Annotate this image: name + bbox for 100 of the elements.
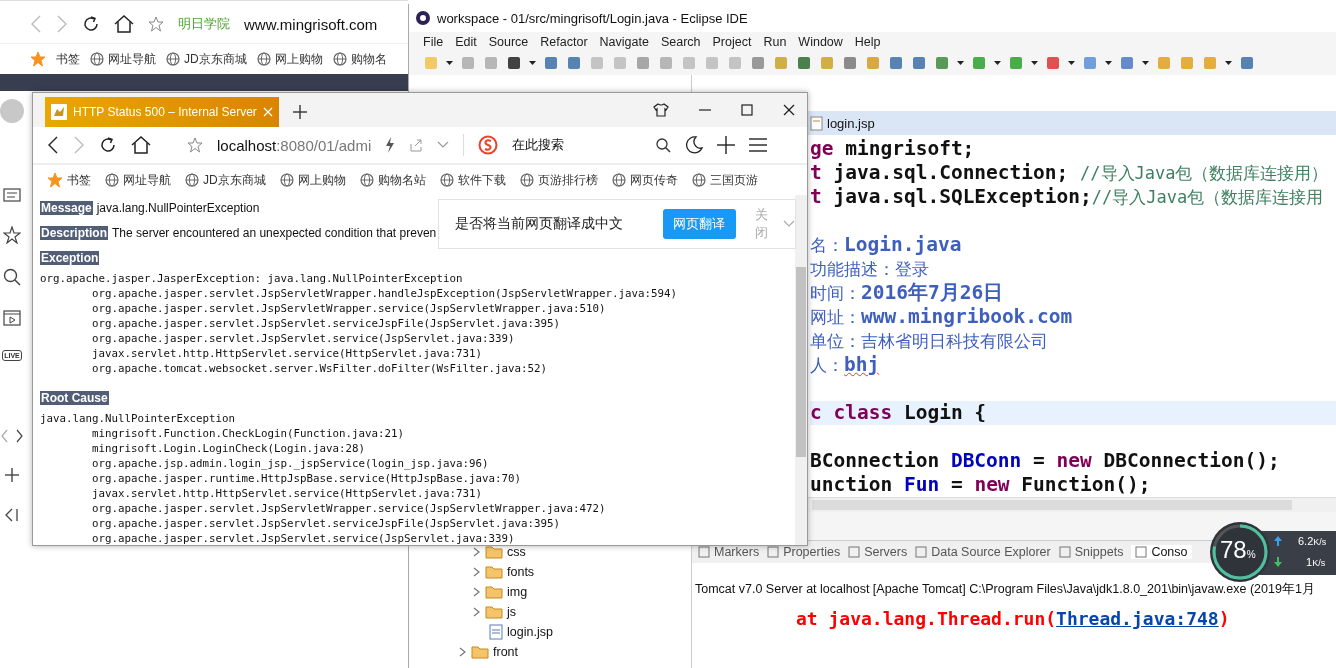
search-field[interactable]: 在此搜索 — [512, 136, 643, 154]
section-text: java.lang.NullPointerException — [96, 200, 260, 215]
file-icon — [489, 624, 503, 640]
lightning-icon[interactable] — [385, 137, 396, 153]
tree-item[interactable]: img — [507, 585, 528, 599]
file-link[interactable]: Thread.java:748 — [1056, 608, 1219, 629]
share-icon[interactable] — [409, 138, 424, 152]
upload-speed: 6.2K/s — [1298, 535, 1327, 547]
reload-icon[interactable] — [82, 15, 100, 33]
tree-item[interactable]: front — [493, 645, 518, 659]
menu-item[interactable]: Help — [848, 34, 887, 49]
bookmark-link[interactable]: 网上购物 — [274, 50, 323, 68]
home-icon[interactable] — [131, 136, 151, 154]
stack-frame: org.apache.tomcat.websocket.server.WsFilter.doFilter(WsFilter.java:52) — [92, 362, 548, 375]
code-line: t java.sql.SQLException;//导入Java包（数据库连接用 — [810, 185, 1325, 209]
scrollbar-thumb[interactable] — [796, 267, 806, 457]
exception-line: java.lang.NullPointerException — [40, 411, 236, 426]
search-icon[interactable] — [656, 137, 672, 153]
tree-item[interactable]: js — [507, 605, 517, 619]
code-line: ge mingrisoft; — [810, 137, 976, 161]
chevrons-icon[interactable] — [1, 429, 23, 443]
bookmark-link[interactable]: 网上购物 — [297, 171, 346, 189]
bookmark-star-icon[interactable] — [187, 137, 203, 153]
home-icon[interactable] — [114, 15, 134, 33]
address-bar[interactable]: www.mingrisoft.com — [244, 15, 378, 33]
bookmark-link[interactable]: 网址导航 — [123, 171, 171, 189]
stack-frame: javax.servlet.http.HttpServlet.service(HttpServlet.java:731) — [92, 487, 483, 500]
bookmark-link[interactable]: 购物名 — [350, 50, 387, 68]
menu-item[interactable]: Search — [654, 34, 707, 49]
panel-tab[interactable]: Properties — [767, 545, 841, 559]
stack-frame: mingrisoft.Function.CheckLogin(Function.java:21) — [92, 427, 404, 440]
menu-item[interactable]: File — [417, 34, 450, 49]
bookmark-link[interactable]: 三国页游 — [709, 171, 758, 189]
id-card-icon[interactable] — [3, 188, 21, 202]
tab-icon — [698, 546, 710, 558]
bookmark-link[interactable]: JD京东商城 — [203, 171, 266, 189]
gauge-ring — [1210, 522, 1270, 582]
exception-line: org.apache.jasper.JasperException: java.lang.NullPointerException — [40, 271, 464, 286]
tree-item[interactable]: login.jsp — [507, 625, 553, 639]
panel-tab[interactable]: Servers — [848, 545, 908, 559]
section-heading: Exception — [40, 250, 100, 265]
menu-item[interactable]: Navigate — [593, 34, 655, 49]
section-heading: Description — [40, 225, 108, 240]
menu-item[interactable]: Edit — [449, 34, 483, 49]
star-outline-icon[interactable] — [3, 226, 21, 244]
editor-tab[interactable]: login.jsp — [827, 115, 875, 131]
cpu-percent: 78% — [1220, 536, 1256, 564]
back-icon[interactable] — [47, 136, 59, 154]
panel-tab[interactable]: Markers — [698, 545, 760, 559]
star-icon[interactable] — [47, 172, 63, 188]
tab-icon — [767, 546, 780, 558]
video-icon[interactable] — [3, 310, 21, 326]
bookmark-link[interactable]: 软件下载 — [457, 171, 506, 189]
up-arrow-icon — [1274, 536, 1282, 546]
menu-icon[interactable] — [749, 137, 768, 153]
menu-item[interactable]: Project — [706, 34, 758, 49]
bookmark-link[interactable]: 网址导航 — [108, 50, 156, 68]
scrollbar-thumb[interactable] — [812, 500, 1292, 510]
tree-item[interactable]: css — [507, 545, 526, 559]
tab-icon — [1058, 546, 1071, 558]
menu-item[interactable]: Source — [482, 34, 535, 49]
bookmarks-label[interactable]: 书签 — [67, 171, 91, 189]
panel-tab[interactable]: Conso — [1131, 545, 1192, 559]
maximize-icon[interactable] — [741, 104, 753, 116]
section-text: The server encountered an unexpected condition that preven — [112, 225, 437, 240]
code-text: at java.lang.Thread.run( — [796, 608, 1057, 629]
star-icon[interactable] — [30, 51, 46, 67]
stack-frame: mingrisoft.Login.LoginCheck(Login.java:28) — [92, 442, 365, 455]
panel-tab[interactable]: Snippets — [1058, 545, 1124, 559]
code-line: 时间：2016年7月26日 — [810, 281, 1005, 305]
address-bar[interactable]: localhost:8080/01/admi — [217, 136, 372, 154]
reload-icon[interactable] — [99, 136, 117, 154]
app-icon — [415, 10, 431, 26]
stack-frame: org.apache.jasper.servlet.JspServlet.service(JspServlet.java:339) — [92, 532, 515, 545]
menu-item[interactable]: Refactor — [534, 34, 594, 49]
menu-item[interactable]: Window — [792, 34, 849, 49]
search-engine-icon[interactable] — [478, 135, 499, 155]
bookmark-link[interactable]: JD京东商城 — [184, 50, 247, 68]
collapse-icon[interactable] — [4, 507, 20, 523]
tree-item[interactable]: fonts — [507, 565, 535, 579]
shirt-icon[interactable] — [653, 103, 669, 117]
stack-frame: org.apache.jasper.servlet.JspServlet.service(JspServlet.java:339) — [92, 332, 515, 345]
bookmark-link[interactable]: 网页传奇 — [629, 171, 678, 189]
code-line: BConnection DBConn = new DBConnection(); — [810, 449, 1281, 473]
bookmark-link[interactable]: 页游排行榜 — [537, 171, 598, 189]
stack-frame: javax.servlet.http.HttpServlet.service(HttpServlet.java:731) — [92, 347, 483, 360]
window-title: workspace - 01/src/mingrisoft/Login.java - Eclipse IDE — [437, 10, 748, 26]
new-tab-icon[interactable] — [292, 105, 307, 119]
bookmark-star-icon[interactable] — [148, 16, 164, 32]
search-icon[interactable] — [3, 268, 21, 286]
panel-tab[interactable]: Data Source Explorer — [915, 545, 1051, 559]
plus-icon[interactable] — [717, 136, 736, 154]
code-line: 功能描述：登录 — [810, 258, 930, 281]
plus-icon[interactable] — [4, 467, 20, 483]
close-icon[interactable] — [783, 104, 795, 116]
moon-icon[interactable] — [685, 136, 704, 154]
bookmark-link[interactable]: 购物名站 — [377, 171, 426, 189]
bookmarks-label[interactable]: 书签 — [56, 50, 80, 68]
menu-item[interactable]: Run — [757, 34, 793, 49]
stack-frame: org.apache.jasper.runtime.HttpJspBase.service(HttpJspBase.java:70) — [92, 472, 522, 485]
